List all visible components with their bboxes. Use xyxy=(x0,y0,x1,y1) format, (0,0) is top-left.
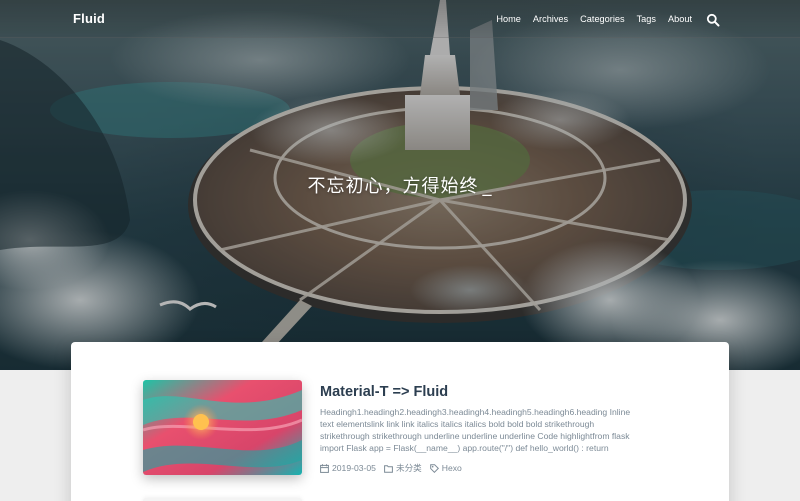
post-date: 2019-03-05 xyxy=(320,463,376,473)
post-excerpt: Headingh1.headingh2.headingh3.headingh4.… xyxy=(320,407,631,453)
brand-link[interactable]: Fluid xyxy=(73,11,105,26)
post-category-link[interactable]: 未分类 xyxy=(396,462,422,474)
main-board: Material-T => Fluid Headingh1.headingh2.… xyxy=(71,342,729,501)
post-tag-link[interactable]: Hexo xyxy=(442,463,462,473)
slogan-text: 不忘初心，方得始终 xyxy=(307,176,479,197)
nav-item-archives[interactable]: Archives xyxy=(533,14,568,24)
post-item: Material-T => Fluid Headingh1.headingh2.… xyxy=(143,380,663,480)
typing-cursor: _ xyxy=(482,176,493,197)
post-thumbnail[interactable] xyxy=(143,380,302,475)
post-title[interactable]: Material-T => Fluid xyxy=(320,384,448,400)
nav-menu: Home Archives Categories Tags About xyxy=(484,12,720,26)
banner-slogan: 不忘初心，方得始终 _ xyxy=(0,172,800,198)
nav-item-about[interactable]: About xyxy=(668,14,692,24)
navbar: Fluid Home Archives Categories Tags Abou… xyxy=(0,0,800,38)
calendar-icon xyxy=(320,463,329,473)
post-date-text: 2019-03-05 xyxy=(332,463,376,473)
nav-item-categories[interactable]: Categories xyxy=(580,14,624,24)
post-tag: Hexo xyxy=(429,463,462,473)
nav-item-tags[interactable]: Tags xyxy=(637,14,656,24)
nav-item-home[interactable]: Home xyxy=(496,14,521,24)
search-icon[interactable] xyxy=(706,13,720,27)
folder-icon xyxy=(384,464,393,473)
post-meta: 2019-03-05 未分类 Hexo xyxy=(320,462,470,474)
post-category: 未分类 xyxy=(384,462,422,474)
tag-icon xyxy=(429,463,439,473)
